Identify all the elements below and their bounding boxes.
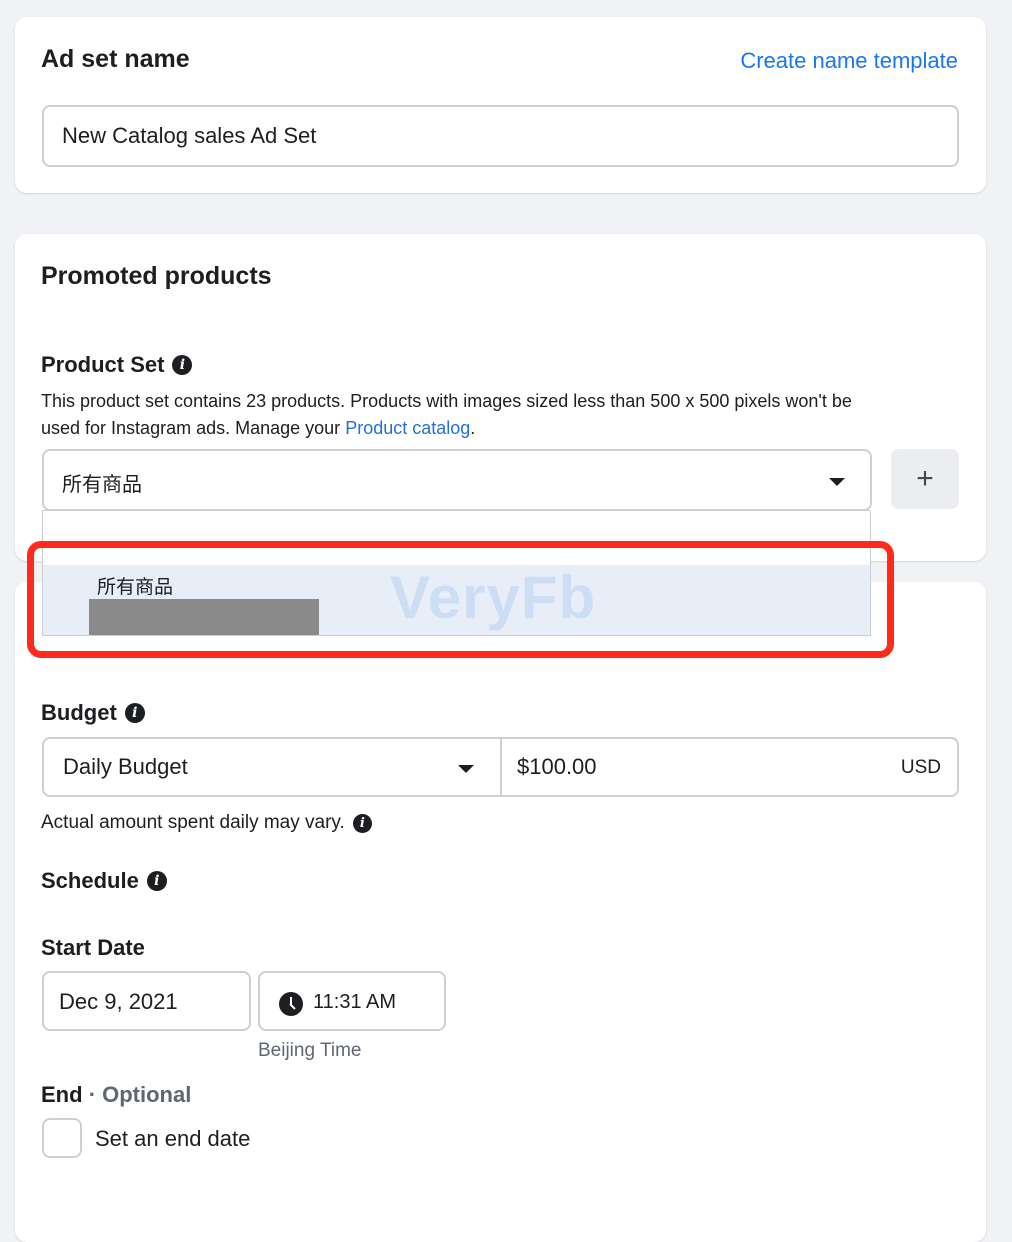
budget-label-text: Budget	[41, 700, 117, 725]
schedule-label-text: Schedule	[41, 868, 139, 893]
ad-set-name-heading: Ad set name	[41, 45, 190, 73]
budget-type-select[interactable]: Daily Budget	[44, 739, 502, 795]
product-set-selected-value: 所有商品	[62, 472, 142, 496]
budget-type-value: Daily Budget	[63, 754, 188, 779]
budget-note: Actual amount spent daily may vary. i	[41, 812, 372, 834]
info-icon[interactable]: i	[124, 703, 145, 723]
end-label-text: End	[41, 1082, 83, 1107]
start-time-input[interactable]: 11:31 AM	[258, 971, 446, 1031]
timezone-label: Beijing Time	[258, 1040, 362, 1061]
chevron-down-icon	[829, 478, 845, 486]
plus-icon: +	[916, 462, 934, 495]
create-name-template-link[interactable]: Create name template	[740, 48, 958, 74]
highlight-annotation	[27, 541, 894, 658]
ad-set-name-value: New Catalog sales Ad Set	[62, 123, 317, 148]
info-icon[interactable]: i	[352, 813, 372, 833]
chevron-down-icon	[458, 765, 474, 773]
description-line-2: used for Instagram ads. Manage your Prod…	[41, 418, 476, 438]
product-catalog-link[interactable]: Product catalog	[345, 418, 470, 438]
product-set-label: Product Set i	[41, 352, 193, 378]
start-date-input[interactable]: Dec 9, 2021	[42, 971, 251, 1031]
schedule-label: Schedule i	[41, 868, 167, 894]
info-icon[interactable]: i	[146, 871, 167, 891]
budget-note-text: Actual amount spent daily may vary.	[41, 812, 345, 833]
budget-amount-input[interactable]: $100.00 USD	[502, 739, 957, 795]
product-set-description: This product set contains 23 products. P…	[41, 388, 852, 442]
description-line-1: This product set contains 23 products. P…	[41, 391, 852, 411]
budget-amount-value: $100.00	[517, 754, 597, 779]
product-set-select[interactable]: 所有商品	[42, 449, 872, 511]
end-date-checkbox-label[interactable]: Set an end date	[95, 1126, 250, 1152]
budget-input-group: Daily Budget $100.00 USD	[42, 737, 959, 797]
end-optional-text: · Optional	[88, 1082, 192, 1107]
promoted-products-heading: Promoted products	[41, 262, 272, 290]
product-set-label-text: Product Set	[41, 352, 165, 377]
info-icon[interactable]: i	[172, 355, 193, 375]
clock-icon	[279, 992, 303, 1016]
ad-set-name-input[interactable]: New Catalog sales Ad Set	[42, 105, 959, 167]
ad-set-name-card: Ad set name Create name template New Cat…	[15, 17, 986, 193]
budget-label: Budget i	[41, 700, 145, 726]
start-time-value: 11:31 AM	[313, 991, 397, 1013]
currency-label: USD	[900, 757, 941, 778]
end-date-checkbox[interactable]	[42, 1118, 82, 1158]
start-date-value: Dec 9, 2021	[59, 989, 178, 1014]
start-date-label: Start Date	[41, 935, 145, 960]
end-label: End · Optional	[41, 1082, 191, 1108]
add-product-set-button[interactable]: +	[891, 449, 959, 509]
